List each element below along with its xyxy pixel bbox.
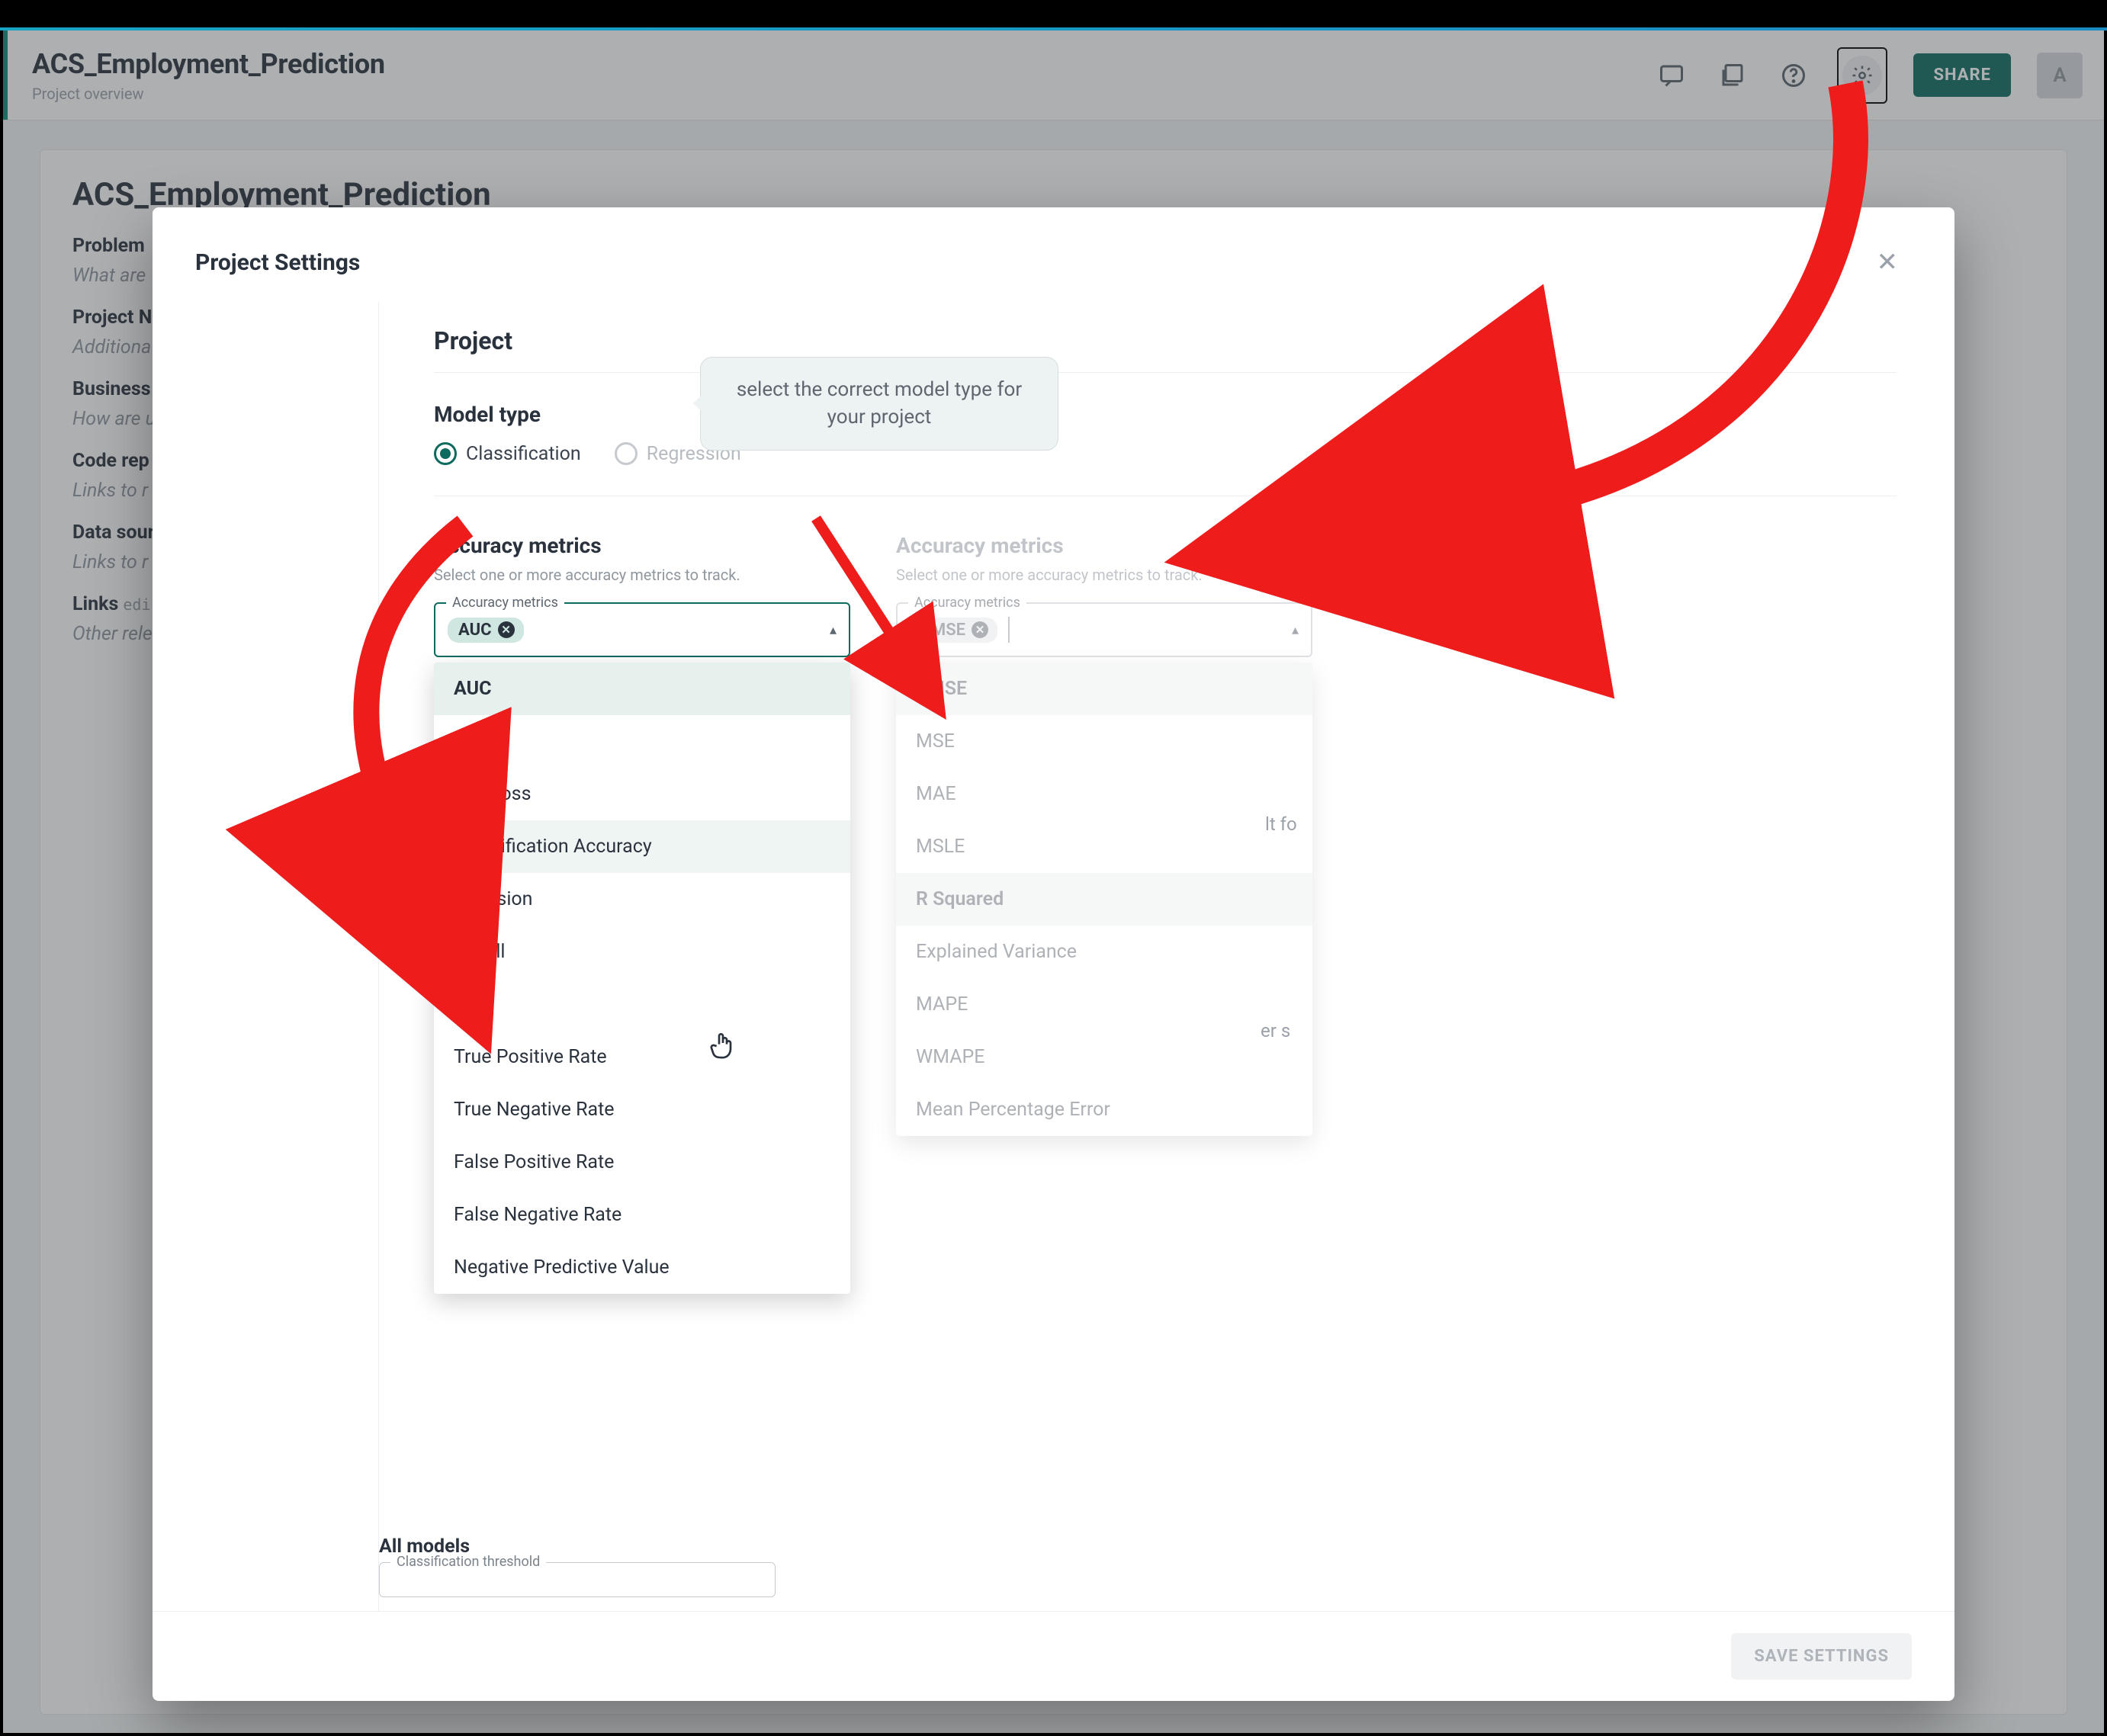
close-icon[interactable]: ✕ [1863, 241, 1913, 284]
dropdown-option[interactable]: AUC [434, 663, 850, 715]
dropdown-option[interactable]: MSLE [896, 820, 1312, 873]
classification-metrics-block: Accuracy metrics Select one or more accu… [434, 533, 850, 657]
regression-metrics-block: Accuracy metrics Select one or more accu… [896, 533, 1312, 657]
chip-remove-icon[interactable]: ✕ [972, 621, 988, 638]
section-model-type: Model type [434, 402, 1897, 427]
modal-title: Project Settings [195, 249, 1863, 276]
dropdown-option[interactable]: Explained Variance [896, 926, 1312, 978]
save-settings-button[interactable]: SAVE SETTINGS [1731, 1633, 1912, 1680]
metrics-title: Accuracy metrics [434, 533, 850, 558]
regression-metrics-combo[interactable]: Accuracy metrics RMSE ✕ ▴ [896, 602, 1312, 657]
metrics-subtitle: Select one or more accuracy metrics to t… [434, 566, 850, 584]
partial-text: lt fo [1265, 813, 1297, 835]
dropdown-option[interactable]: Log Loss [434, 768, 850, 820]
dropdown-option[interactable]: WMAPE [896, 1031, 1312, 1083]
browser-chrome-bar [0, 0, 2107, 27]
metrics-title: Accuracy metrics [896, 533, 1312, 558]
dropdown-option[interactable]: False Negative Rate [434, 1189, 850, 1241]
radio-classification[interactable]: Classification [434, 442, 581, 465]
dropdown-option[interactable]: True Positive Rate [434, 1031, 850, 1083]
dropdown-option[interactable]: MSE [896, 715, 1312, 768]
dropdown-option[interactable]: MAE [896, 768, 1312, 820]
dropdown-option[interactable]: Classification Accuracy [434, 820, 850, 873]
classification-threshold-input[interactable]: Classification threshold [379, 1562, 776, 1597]
chip-auc[interactable]: AUC ✕ [448, 618, 524, 643]
threshold-floating-label: Classification threshold [390, 1554, 546, 1570]
annotation-callout: select the correct model type for your p… [700, 357, 1058, 451]
dropdown-option[interactable]: RMSE [896, 663, 1312, 715]
dropdown-option[interactable]: Negative Predictive Value [434, 1241, 850, 1294]
pointer-cursor-icon [708, 1030, 738, 1070]
radio-classification-label: Classification [466, 443, 581, 465]
dropdown-option[interactable]: False Positive Rate [434, 1136, 850, 1189]
chip-label: RMSE [920, 621, 965, 640]
dropdown-option[interactable]: GINI [434, 715, 850, 768]
classification-metrics-combo[interactable]: Accuracy metrics AUC ✕ ▴ [434, 602, 850, 657]
combo-floating-label: Accuracy metrics [446, 595, 564, 611]
chip-label: AUC [458, 621, 492, 640]
dropdown-option[interactable]: True Negative Rate [434, 1083, 850, 1136]
dropdown-option[interactable]: MAPE [896, 978, 1312, 1031]
classification-metrics-dropdown[interactable]: AUCGINILog LossClassification AccuracyPr… [434, 663, 850, 1294]
dropdown-option[interactable]: R Squared [896, 873, 1312, 926]
section-project: Project [434, 326, 1897, 355]
combo-floating-label: Accuracy metrics [908, 595, 1026, 611]
partial-text: er s [1261, 1020, 1290, 1041]
dropdown-option[interactable]: Precision [434, 873, 850, 926]
text-cursor [1008, 617, 1010, 643]
dropdown-option[interactable]: Mean Percentage Error [896, 1083, 1312, 1136]
caret-up-icon: ▴ [1292, 622, 1299, 638]
metrics-subtitle: Select one or more accuracy metrics to t… [896, 566, 1312, 584]
chip-rmse[interactable]: RMSE ✕ [910, 618, 997, 643]
caret-up-icon: ▴ [830, 622, 837, 638]
regression-metrics-dropdown[interactable]: RMSEMSEMAEMSLER SquaredExplained Varianc… [896, 663, 1312, 1136]
divider [434, 372, 1897, 373]
dropdown-option[interactable]: Recall [434, 926, 850, 978]
dropdown-option[interactable]: F1 [434, 978, 850, 1031]
chip-remove-icon[interactable]: ✕ [498, 621, 515, 638]
